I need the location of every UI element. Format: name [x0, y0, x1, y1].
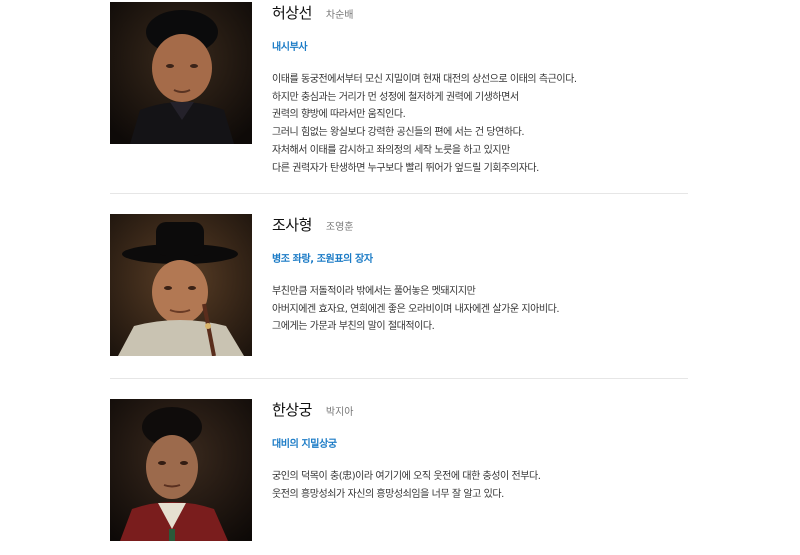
description-line: 궁인의 덕목이 충(忠)이라 여기기에 오직 웃전에 대한 충성이 전부다.: [272, 471, 541, 482]
cast-name: 한상궁: [272, 401, 312, 419]
description-line: 그러니 힘없는 왕실보다 강력한 공신들의 편에 서는 건 당연하다.: [272, 127, 525, 139]
divider: [110, 193, 688, 194]
cast-info: 한상궁 박지아 대비의 지밀상궁 궁인의 덕목이 충(忠)이라 여기기에 오직 …: [272, 399, 688, 503]
description-line: 아버지에겐 효자요, 연희에겐 좋은 오라비이며 내자에겐 살가운 지아비다.: [272, 303, 560, 315]
cast-card: 조사형 조영훈 병조 좌랑, 조원표의 장자 부친만큼 저돌적이라 밖에서는 풀…: [110, 214, 688, 356]
description-line: 다른 권력자가 탄생하면 누구보다 빨리 뛰어가 엎드릴 기회주의자다.: [272, 162, 539, 174]
cast-card: 한상궁 박지아 대비의 지밀상궁 궁인의 덕목이 충(忠)이라 여기기에 오직 …: [110, 399, 688, 541]
description-line: 자처해서 이태를 감시하고 좌의정의 세작 노릇을 하고 있지만: [272, 144, 510, 156]
divider: [110, 378, 688, 379]
cast-info: 허상선 차순배 내시부사 이태를 동궁전에서부터 모신 지밀이며 현재 대전의 …: [272, 2, 688, 177]
cast-name: 허상선: [272, 4, 312, 22]
cast-description: 부친만큼 저돌적이라 밖에서는 풀어놓은 멧돼지지만 아버지에겐 효자요, 연희…: [272, 283, 688, 336]
cast-info: 조사형 조영훈 병조 좌랑, 조원표의 장자 부친만큼 저돌적이라 밖에서는 풀…: [272, 214, 688, 336]
description-line: 웃전의 흥망성쇠가 자신의 흥망성쇠임을 너무 잘 알고 있다.: [272, 488, 504, 500]
cast-photo: [110, 2, 252, 144]
description-line: 권력의 향방에 따라서만 움직인다.: [272, 109, 406, 121]
cast-description: 이태를 동궁전에서부터 모신 지밀이며 현재 대전의 상선으로 이태의 측근이다…: [272, 71, 688, 177]
actor-name: 차순배: [325, 10, 354, 21]
cast-role: 병조 좌랑, 조원표의 장자: [272, 254, 373, 265]
description-line: 이태를 동궁전에서부터 모신 지밀이며 현재 대전의 상선으로 이태의 측근이다…: [272, 74, 577, 85]
cast-role: 대비의 지밀상궁: [272, 439, 337, 450]
cast-photo: [110, 214, 252, 356]
description-line: 그에게는 가문과 부친의 말이 절대적이다.: [272, 321, 435, 333]
description-line: 부친만큼 저돌적이라 밖에서는 풀어놓은 멧돼지지만: [272, 286, 476, 297]
cast-description: 궁인의 덕목이 충(忠)이라 여기기에 오직 웃전에 대한 충성이 전부다. 웃…: [272, 468, 688, 503]
cast-name: 조사형: [272, 216, 312, 234]
cast-role: 내시부사: [272, 42, 308, 53]
actor-name: 조영훈: [325, 222, 354, 233]
cast-photo: [110, 399, 252, 541]
description-line: 하지만 충심과는 거리가 먼 성정에 철저하게 권력에 기생하면서: [272, 91, 519, 103]
actor-name: 박지아: [325, 407, 354, 418]
cast-card: 허상선 차순배 내시부사 이태를 동궁전에서부터 모신 지밀이며 현재 대전의 …: [110, 2, 688, 174]
